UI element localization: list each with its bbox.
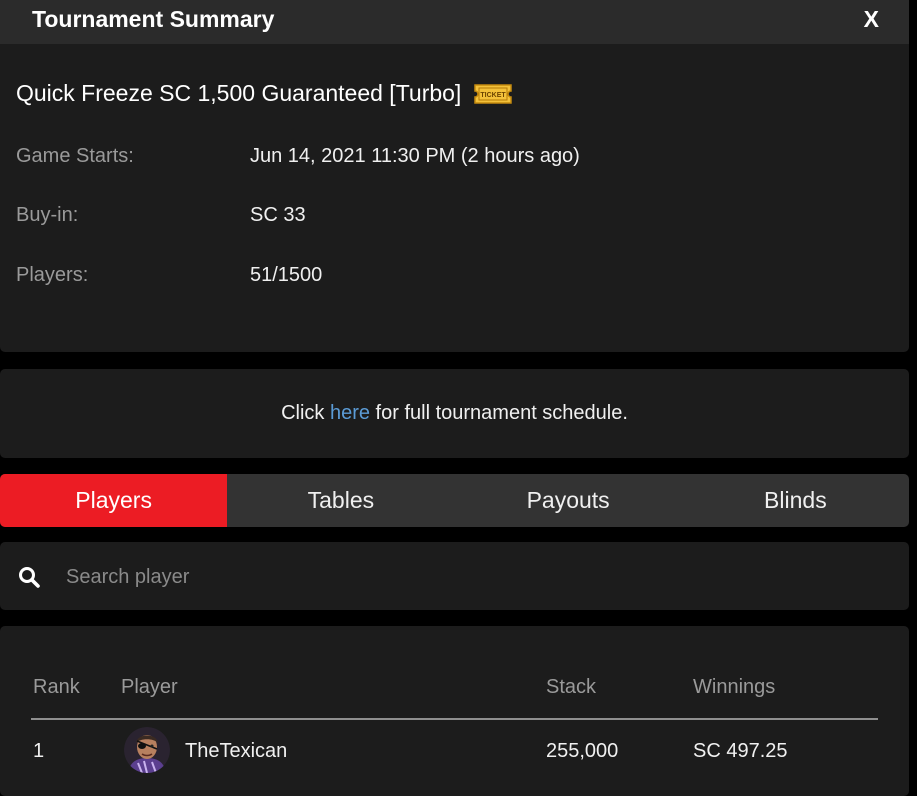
- tab-tables[interactable]: Tables: [227, 474, 454, 527]
- column-header-rank: Rank: [33, 676, 80, 698]
- row-stack: 255,000: [546, 740, 619, 762]
- players-count-value: 51/1500: [250, 264, 323, 286]
- close-button[interactable]: X: [864, 6, 879, 33]
- tab-bar: Players Tables Payouts Blinds: [0, 474, 909, 527]
- tab-players[interactable]: Players: [0, 474, 228, 527]
- search-input[interactable]: [64, 560, 868, 594]
- player-avatar: [124, 727, 170, 773]
- search-bar: [0, 542, 909, 610]
- modal-title: Tournament Summary: [32, 6, 275, 32]
- row-player-name[interactable]: TheTexican: [185, 740, 287, 763]
- tab-blinds[interactable]: Blinds: [682, 474, 909, 527]
- buy-in-value: SC 33: [250, 204, 306, 226]
- players-count-label: Players:: [16, 264, 89, 286]
- game-starts-label: Game Starts:: [16, 145, 134, 167]
- game-starts-value: Jun 14, 2021 11:30 PM (2 hours ago): [250, 145, 580, 167]
- search-icon: [18, 566, 40, 593]
- tournament-summary-panel: Quick Freeze SC 1,500 Guaranteed [Turbo]…: [0, 44, 909, 352]
- ticket-icon: TICKET: [473, 83, 513, 105]
- column-header-winnings: Winnings: [693, 676, 776, 698]
- column-header-player: Player: [121, 676, 178, 698]
- tournament-name-row: Quick Freeze SC 1,500 Guaranteed [Turbo]…: [16, 80, 513, 107]
- buy-in-label: Buy-in:: [16, 204, 79, 226]
- players-table: Rank Player Stack Winnings 1 TheTexican …: [0, 626, 909, 796]
- table-header-divider: [31, 718, 878, 720]
- schedule-prefix: Click: [281, 402, 330, 424]
- schedule-panel: Click here for full tournament schedule.: [0, 369, 909, 458]
- tournament-name: Quick Freeze SC 1,500 Guaranteed [Turbo]: [16, 80, 462, 106]
- schedule-link[interactable]: here: [330, 402, 370, 424]
- row-rank: 1: [33, 740, 45, 762]
- row-winnings: SC 497.25: [693, 740, 788, 762]
- column-header-stack: Stack: [546, 676, 597, 698]
- tab-payouts[interactable]: Payouts: [455, 474, 682, 527]
- schedule-suffix: for full tournament schedule.: [370, 402, 628, 424]
- ticket-badge-text: TICKET: [481, 92, 507, 99]
- modal-header: Tournament Summary X: [0, 0, 909, 44]
